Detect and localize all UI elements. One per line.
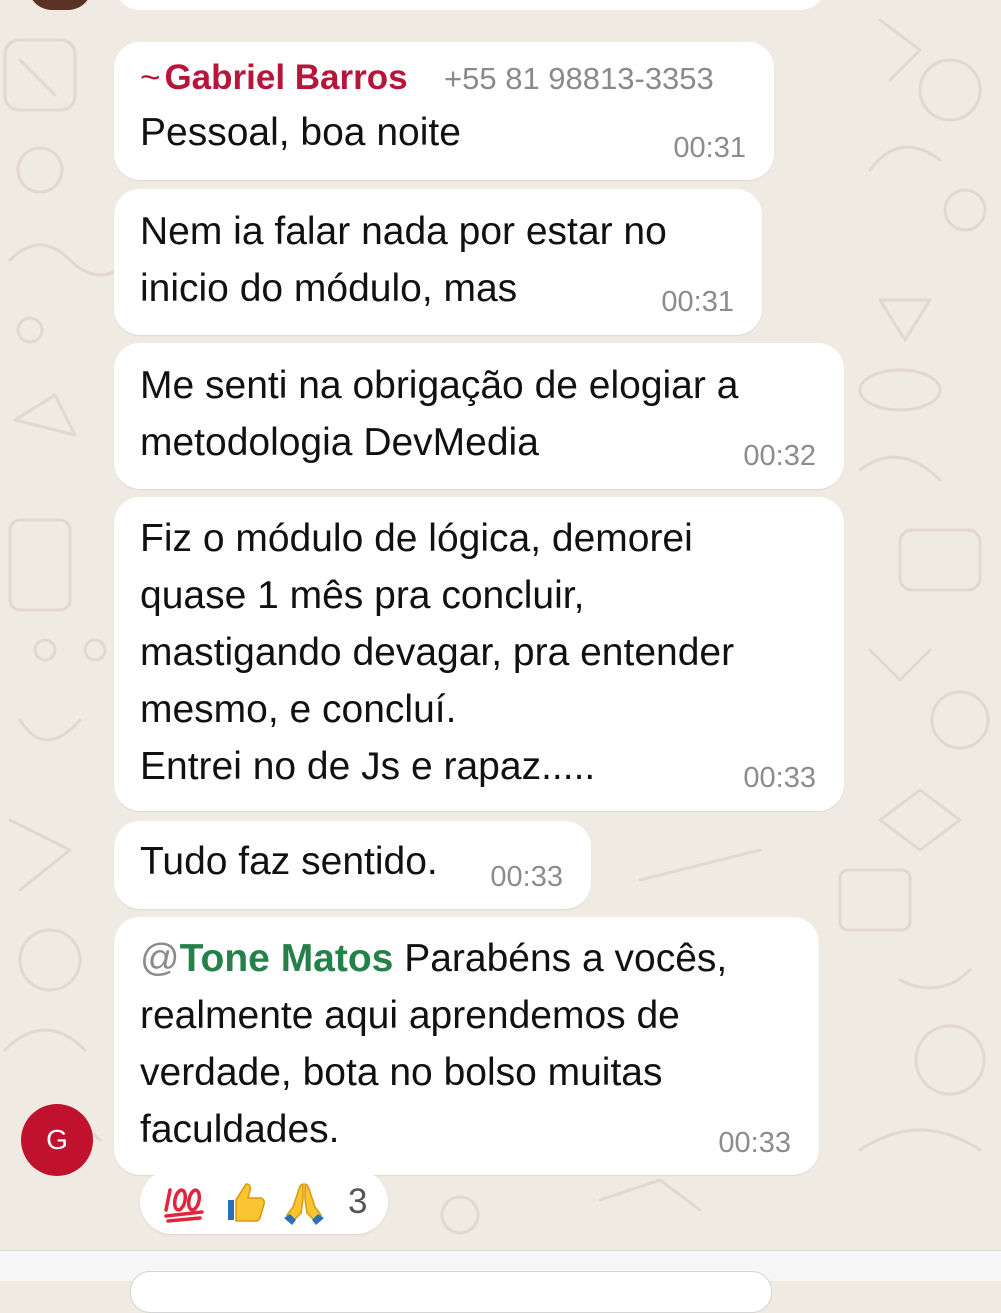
message-time: 00:33: [718, 1127, 791, 1159]
message-line: inicio do módulo, mas: [140, 267, 518, 310]
message-bubble[interactable]: ~ Gabriel Barros +55 81 98813-3353 Pessoa…: [114, 42, 774, 180]
message-line: mesmo, e concluí.: [140, 688, 457, 731]
message-line: Nem ia falar nada por estar no: [140, 210, 667, 253]
message-bubble[interactable]: Me senti na obrigação de elogiar a metod…: [114, 343, 844, 489]
message-line: quase 1 mês pra concluir,: [140, 574, 585, 617]
folded-hands-icon: [284, 1183, 324, 1225]
message-text: Me senti na obrigação de elogiar a metod…: [140, 357, 820, 471]
message-text: Nem ia falar nada por estar no inicio do…: [140, 203, 738, 317]
avatar[interactable]: G: [21, 1104, 93, 1176]
message-line: mastigando devagar, pra entender: [140, 631, 735, 674]
thumbs-up-icon: [228, 1183, 265, 1222]
message-line: faculdades.: [140, 1108, 340, 1151]
message-time: 00:33: [743, 762, 816, 794]
sender-name[interactable]: ~ Gabriel Barros: [140, 58, 408, 98]
message-input[interactable]: [130, 1271, 772, 1313]
message-time: 00:31: [673, 132, 746, 164]
mention-at: @: [140, 937, 180, 980]
message-line: Entrei no de Js e rapaz.....: [140, 745, 596, 788]
message-time: 00:33: [490, 861, 563, 893]
message-time: 00:31: [661, 286, 734, 318]
mention-link[interactable]: Tone Matos: [180, 937, 394, 980]
sender-phone: +55 81 98813-3353: [444, 61, 714, 96]
message-text: Pessoal, boa noite: [140, 104, 750, 161]
message-time: 00:32: [743, 440, 816, 472]
sender-name-text: Gabriel Barros: [164, 58, 408, 97]
hundred-points-icon: [164, 1188, 204, 1223]
previous-message-bubble[interactable]: [114, 0, 826, 10]
message-bubble[interactable]: Fiz o módulo de lógica, demorei quase 1 …: [114, 497, 844, 811]
message-text: @Tone Matos Parabéns a vocês, realmente …: [140, 930, 795, 1158]
message-bubble[interactable]: Tudo faz sentido. 00:33: [114, 821, 591, 909]
message-line: Me senti na obrigação de elogiar a: [140, 364, 739, 407]
message-line: metodologia DevMedia: [140, 421, 539, 464]
message-line: verdade, bota no bolso muitas: [140, 1051, 663, 1094]
message-input-bar: [0, 1250, 1001, 1313]
sender-prefix: ~: [140, 58, 161, 97]
message-line: @Tone Matos Parabéns a vocês,: [140, 930, 795, 987]
message-line: realmente aqui aprendemos de: [140, 994, 680, 1037]
message-bubble[interactable]: Nem ia falar nada por estar no inicio do…: [114, 189, 762, 335]
message-line-text: Parabéns a vocês,: [393, 937, 728, 980]
message-bubble[interactable]: @Tone Matos Parabéns a vocês, realmente …: [114, 917, 819, 1175]
reactions-bar[interactable]: 3: [140, 1170, 388, 1234]
message-text: Fiz o módulo de lógica, demorei quase 1 …: [140, 510, 820, 795]
message-line: Fiz o módulo de lógica, demorei: [140, 517, 693, 560]
reaction-count: 3: [348, 1182, 368, 1221]
message-line: Pessoal, boa noite: [140, 111, 461, 154]
